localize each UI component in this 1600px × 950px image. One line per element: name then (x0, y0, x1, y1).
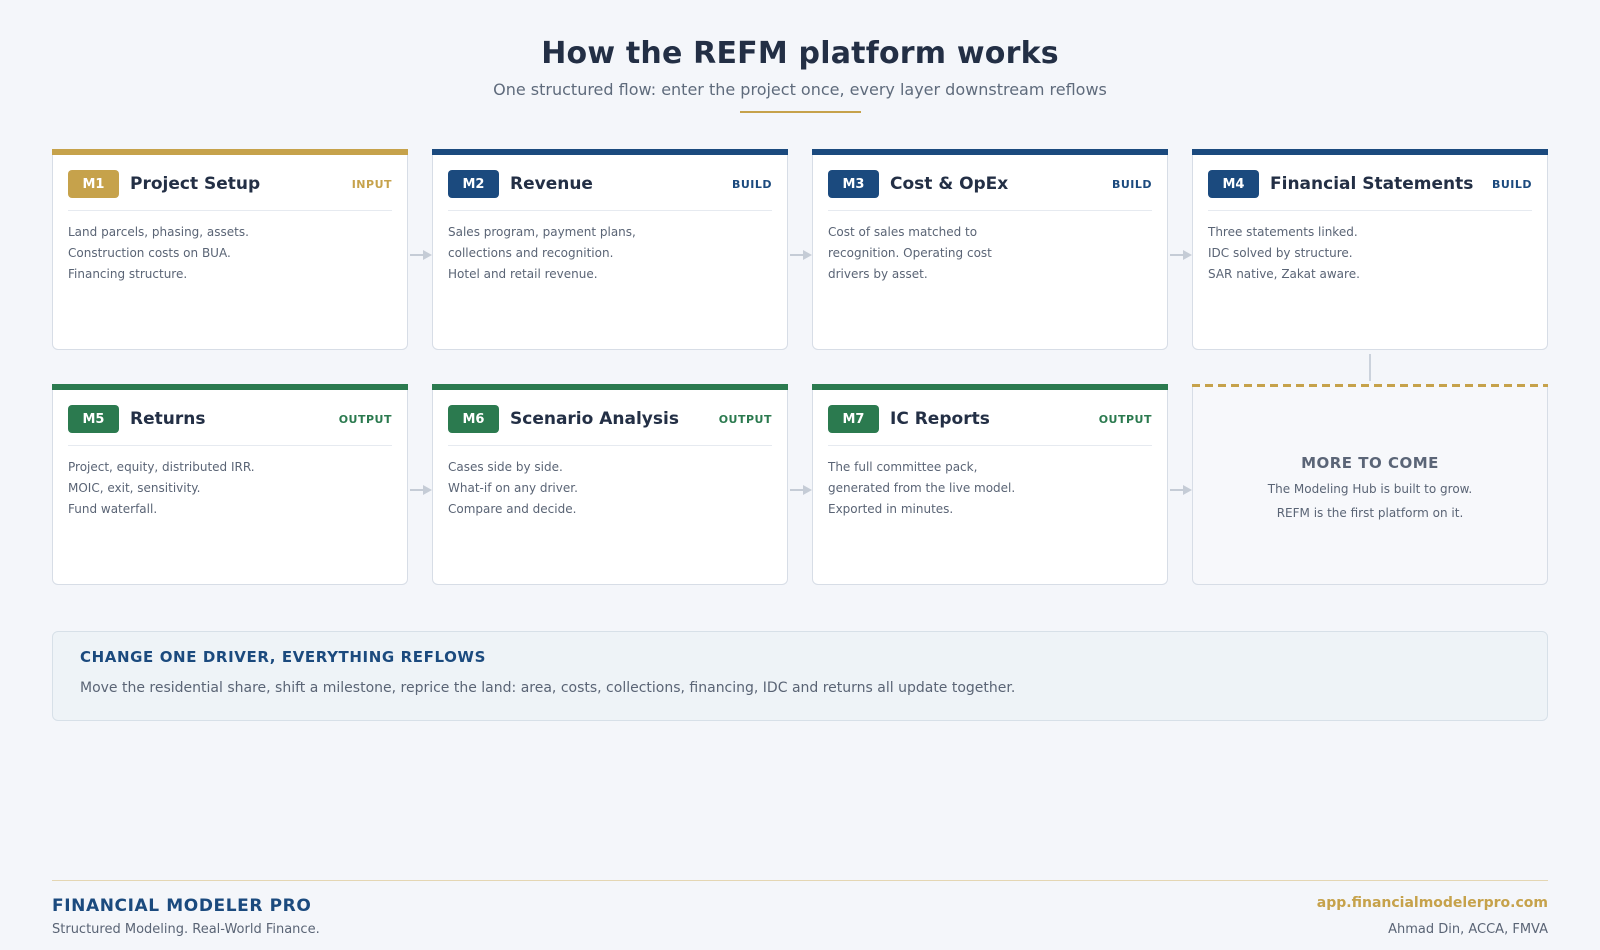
description-line: IDC solved by structure. (1208, 246, 1353, 260)
more-to-come-card: MORE TO COME The Modeling Hub is built t… (1192, 384, 1548, 585)
description-line: The full committee pack, (828, 460, 978, 474)
more-to-come-line: The Modeling Hub is built to grow. (1267, 482, 1473, 496)
card-accent-bar (432, 149, 788, 155)
footer-divider (52, 880, 1548, 881)
module-card-m6: M6 Scenario Analysis OUTPUT Cases side by s… (432, 384, 788, 585)
module-role: OUTPUT (718, 412, 772, 426)
description-line: Sales program, payment plans, (448, 225, 636, 239)
card-accent-bar (812, 384, 1168, 390)
module-card-m5: M5 Returns OUTPUT Project, equity, distribu… (52, 384, 408, 585)
callout-text: Move the residential share, shift a mile… (80, 680, 1016, 696)
module-description: Three statements linked. IDC solved by st… (1208, 222, 1532, 285)
more-to-come-title: MORE TO COME (1301, 454, 1439, 472)
card-accent-bar (52, 384, 408, 390)
description-line: Exported in minutes. (828, 502, 954, 516)
card-divider (448, 445, 772, 446)
card-divider (1208, 210, 1532, 211)
flow-arrow-icon (790, 480, 812, 495)
footer-brand: FINANCIAL MODELER PRO (52, 896, 312, 916)
module-card-m4: M4 Financial Statements BUILD Three stateme… (1192, 149, 1548, 350)
description-line: Cases side by side. (448, 460, 563, 474)
description-line: drivers by asset. (828, 267, 928, 281)
module-name: Cost & OpEx (890, 174, 1009, 194)
module-badge: M2 (448, 170, 499, 198)
module-role: OUTPUT (1098, 412, 1152, 426)
card-accent-bar (432, 384, 788, 390)
footer-tagline: Structured Modeling. Real-World Finance. (52, 922, 320, 937)
module-name: Project Setup (130, 174, 261, 194)
flow-arrow-icon (790, 245, 812, 260)
page-subtitle: One structured flow: enter the project o… (493, 80, 1107, 99)
footer-author: Ahmad Din, ACCA, FMVA (1388, 922, 1548, 937)
module-role: BUILD (731, 177, 772, 191)
module-card-m3: M3 Cost & OpEx BUILD Cost of sales matched … (812, 149, 1168, 350)
description-line: Cost of sales matched to (828, 225, 978, 239)
flow-arrow-icon (410, 480, 432, 495)
description-line: Land parcels, phasing, assets. (68, 225, 249, 239)
description-line: generated from the live model. (828, 481, 1016, 495)
module-role: BUILD (1111, 177, 1152, 191)
module-badge: M4 (1208, 170, 1259, 198)
module-name: Returns (130, 409, 206, 429)
reflow-callout: CHANGE ONE DRIVER, EVERYTHING REFLOWS Mo… (52, 631, 1548, 721)
module-badge: M7 (828, 405, 879, 433)
description-line: Project, equity, distributed IRR. (68, 460, 255, 474)
module-badge: M3 (828, 170, 879, 198)
description-line: Construction costs on BUA. (68, 246, 231, 260)
flow-arrow-icon (1170, 245, 1192, 260)
flow-arrow-icon (410, 245, 432, 260)
description-line: What-if on any driver. (448, 481, 578, 495)
card-divider (68, 210, 392, 211)
module-description: Cost of sales matched to recognition. Ope… (828, 222, 1152, 285)
module-name: Revenue (510, 174, 593, 194)
module-name: Financial Statements (1270, 174, 1474, 194)
dashed-top-border (1192, 384, 1548, 387)
module-badge: M5 (68, 405, 119, 433)
description-line: Fund waterfall. (68, 502, 158, 516)
description-line: SAR native, Zakat aware. (1208, 267, 1360, 281)
card-accent-bar (1192, 149, 1548, 155)
card-divider (448, 210, 772, 211)
card-divider (828, 210, 1152, 211)
callout-title: CHANGE ONE DRIVER, EVERYTHING REFLOWS (80, 648, 486, 666)
description-line: MOIC, exit, sensitivity. (68, 481, 201, 495)
footer-url-link[interactable]: app.financialmodelerpro.com (1317, 895, 1548, 911)
module-description: Project, equity, distributed IRR. MOIC, e… (68, 457, 392, 520)
description-line: recognition. Operating cost (828, 246, 992, 260)
module-description: Cases side by side. What-if on any driver… (448, 457, 772, 520)
module-role: INPUT (351, 177, 392, 191)
description-line: Compare and decide. (448, 502, 577, 516)
card-divider (828, 445, 1152, 446)
card-accent-bar (52, 149, 408, 155)
module-card-m7: M7 IC Reports OUTPUT The full committee pac… (812, 384, 1168, 585)
module-card-m2: M2 Revenue BUILD Sales program, payment pla… (432, 149, 788, 350)
module-name: IC Reports (890, 409, 990, 429)
card-divider (68, 445, 392, 446)
description-line: Three statements linked. (1208, 225, 1358, 239)
flow-arrow-icon (1170, 480, 1192, 495)
module-description: Sales program, payment plans, collections… (448, 222, 772, 285)
module-name: Scenario Analysis (510, 409, 679, 429)
description-line: Hotel and retail revenue. (448, 267, 598, 281)
module-card-m1: M1 Project Setup INPUT Land parcels, phasin… (52, 149, 408, 350)
module-role: OUTPUT (338, 412, 392, 426)
module-role: BUILD (1491, 177, 1532, 191)
title-underline (740, 111, 861, 113)
module-description: Land parcels, phasing, assets. Constructi… (68, 222, 392, 285)
module-description: The full committee pack, generated from t… (828, 457, 1152, 520)
more-to-come-line: REFM is the first platform on it. (1276, 506, 1464, 520)
card-accent-bar (812, 149, 1168, 155)
description-line: Financing structure. (68, 267, 188, 281)
page-title: How the REFM platform works (541, 36, 1059, 71)
description-line: collections and recognition. (448, 246, 614, 260)
vertical-connector (1369, 354, 1371, 381)
module-badge: M6 (448, 405, 499, 433)
module-badge: M1 (68, 170, 119, 198)
